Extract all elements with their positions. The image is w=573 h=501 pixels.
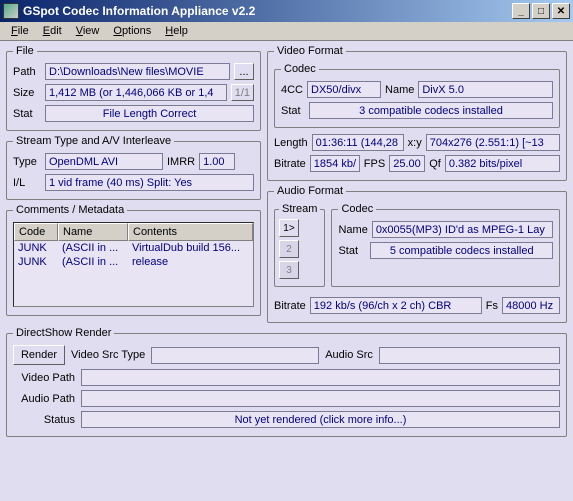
size-label: Size [13,87,41,99]
menubar: FFileile Edit View Options Help [0,22,573,41]
aname-field: 0x0055(MP3) ID'd as MPEG-1 Lay [372,221,553,238]
path-field[interactable]: D:\Downloads\New files\MOVIE [45,63,230,80]
ratio-button[interactable]: 1/1 [231,84,254,101]
stream-group: Stream Type and A/V Interleave Type Open… [6,135,261,200]
vbitrate-field: 1854 kb/ [310,155,360,172]
video-codec-group: Codec 4CC DX50/divx Name DivX 5.0 Stat 3… [274,63,560,128]
video-codec-legend: Codec [281,63,319,75]
video-group: Video Format Codec 4CC DX50/divx Name Di… [267,45,567,181]
close-button[interactable]: ✕ [552,3,570,19]
menu-file[interactable]: FFileile [4,23,36,39]
il-field: 1 vid frame (40 ms) Split: Yes [45,174,254,191]
vpath-field [81,369,560,386]
audio-codec-group: Codec Name 0x0055(MP3) ID'd as MPEG-1 La… [331,203,560,287]
astat-label: Stat [338,245,366,257]
render-button[interactable]: Render [13,345,65,365]
vstat-label: Stat [281,105,305,117]
xy-label: x:y [408,137,422,149]
fs-label: Fs [486,300,498,312]
fourcc-label: 4CC [281,84,303,96]
abitrate-label: Bitrate [274,300,306,312]
menu-help[interactable]: Help [158,23,195,39]
asrc-field [379,347,560,364]
file-group: File Path D:\Downloads\New files\MOVIE .… [6,45,261,131]
stat-label: Stat [13,108,41,120]
metadata-legend: Comments / Metadata [13,204,127,216]
audio-group: Audio Format Stream 1> 2 3 Codec Name 0x… [267,185,567,323]
col-contents[interactable]: Contents [128,223,253,241]
size-field: 1,412 MB (or 1,446,066 KB or 1,4 [45,84,227,101]
window-title: GSpot Codec Information Appliance v2.2 [23,4,512,18]
fps-field: 25.00 [389,155,425,172]
audio-stream-group: Stream 1> 2 3 [274,203,325,287]
path-label: Path [13,66,41,78]
file-stat-field: File Length Correct [45,105,254,122]
metadata-group: Comments / Metadata Code Name Contents J… [6,204,261,316]
minimize-button[interactable]: _ [512,3,530,19]
app-icon [3,3,19,19]
qf-label: Qf [429,158,441,170]
titlebar: GSpot Codec Information Appliance v2.2 _… [0,0,573,22]
stream-legend: Stream Type and A/V Interleave [13,135,174,147]
menu-view[interactable]: View [69,23,107,39]
stream-2-button[interactable]: 2 [279,240,299,258]
stream-1-button[interactable]: 1> [279,219,299,237]
type-label: Type [13,156,41,168]
directshow-legend: DirectShow Render [13,327,114,339]
length-field: 01:36:11 (144,28 [312,134,404,151]
abitrate-field: 192 kb/s (96/ch x 2 ch) CBR [310,297,482,314]
fps-label: FPS [364,158,385,170]
vstat-field: 3 compatible codecs installed [309,102,553,119]
vst-field [151,347,319,364]
vbitrate-label: Bitrate [274,158,306,170]
audio-stream-legend: Stream [279,203,320,215]
vpath-label: Video Path [13,372,75,384]
status-field: Not yet rendered (click more info...) [81,411,560,428]
fs-field: 48000 Hz [502,297,560,314]
vname-field: DivX 5.0 [418,81,553,98]
imrr-label: IMRR [167,156,195,168]
qf-field: 0.382 bits/pixel [445,155,560,172]
browse-button[interactable]: ... [234,63,254,80]
maximize-button[interactable]: □ [532,3,550,19]
audio-legend: Audio Format [274,185,346,197]
type-field: OpenDML AVI [45,153,163,170]
length-label: Length [274,137,308,149]
col-code[interactable]: Code [14,223,58,241]
metadata-table[interactable]: Code Name Contents JUNK (ASCII in ... Vi… [13,222,254,307]
asrc-label: Audio Src [325,349,373,361]
menu-edit[interactable]: Edit [36,23,69,39]
apath-label: Audio Path [13,393,75,405]
video-legend: Video Format [274,45,346,57]
audio-codec-legend: Codec [338,203,376,215]
apath-field [81,390,560,407]
stream-3-button[interactable]: 3 [279,261,299,279]
table-row[interactable]: JUNK (ASCII in ... release [14,255,253,269]
vst-label: Video Src Type [71,349,145,361]
table-row[interactable]: JUNK (ASCII in ... VirtualDub build 156.… [14,241,253,255]
status-label: Status [13,414,75,426]
fourcc-field: DX50/divx [307,81,381,98]
vname-label: Name [385,84,414,96]
il-label: I/L [13,177,41,189]
astat-field: 5 compatible codecs installed [370,242,553,259]
col-name[interactable]: Name [58,223,128,241]
menu-options[interactable]: Options [106,23,158,39]
aname-label: Name [338,224,367,236]
imrr-field: 1.00 [199,153,235,170]
directshow-group: DirectShow Render Render Video Src Type … [6,327,567,437]
file-legend: File [13,45,37,57]
xy-field: 704x276 (2.551:1) [~13 [426,134,560,151]
